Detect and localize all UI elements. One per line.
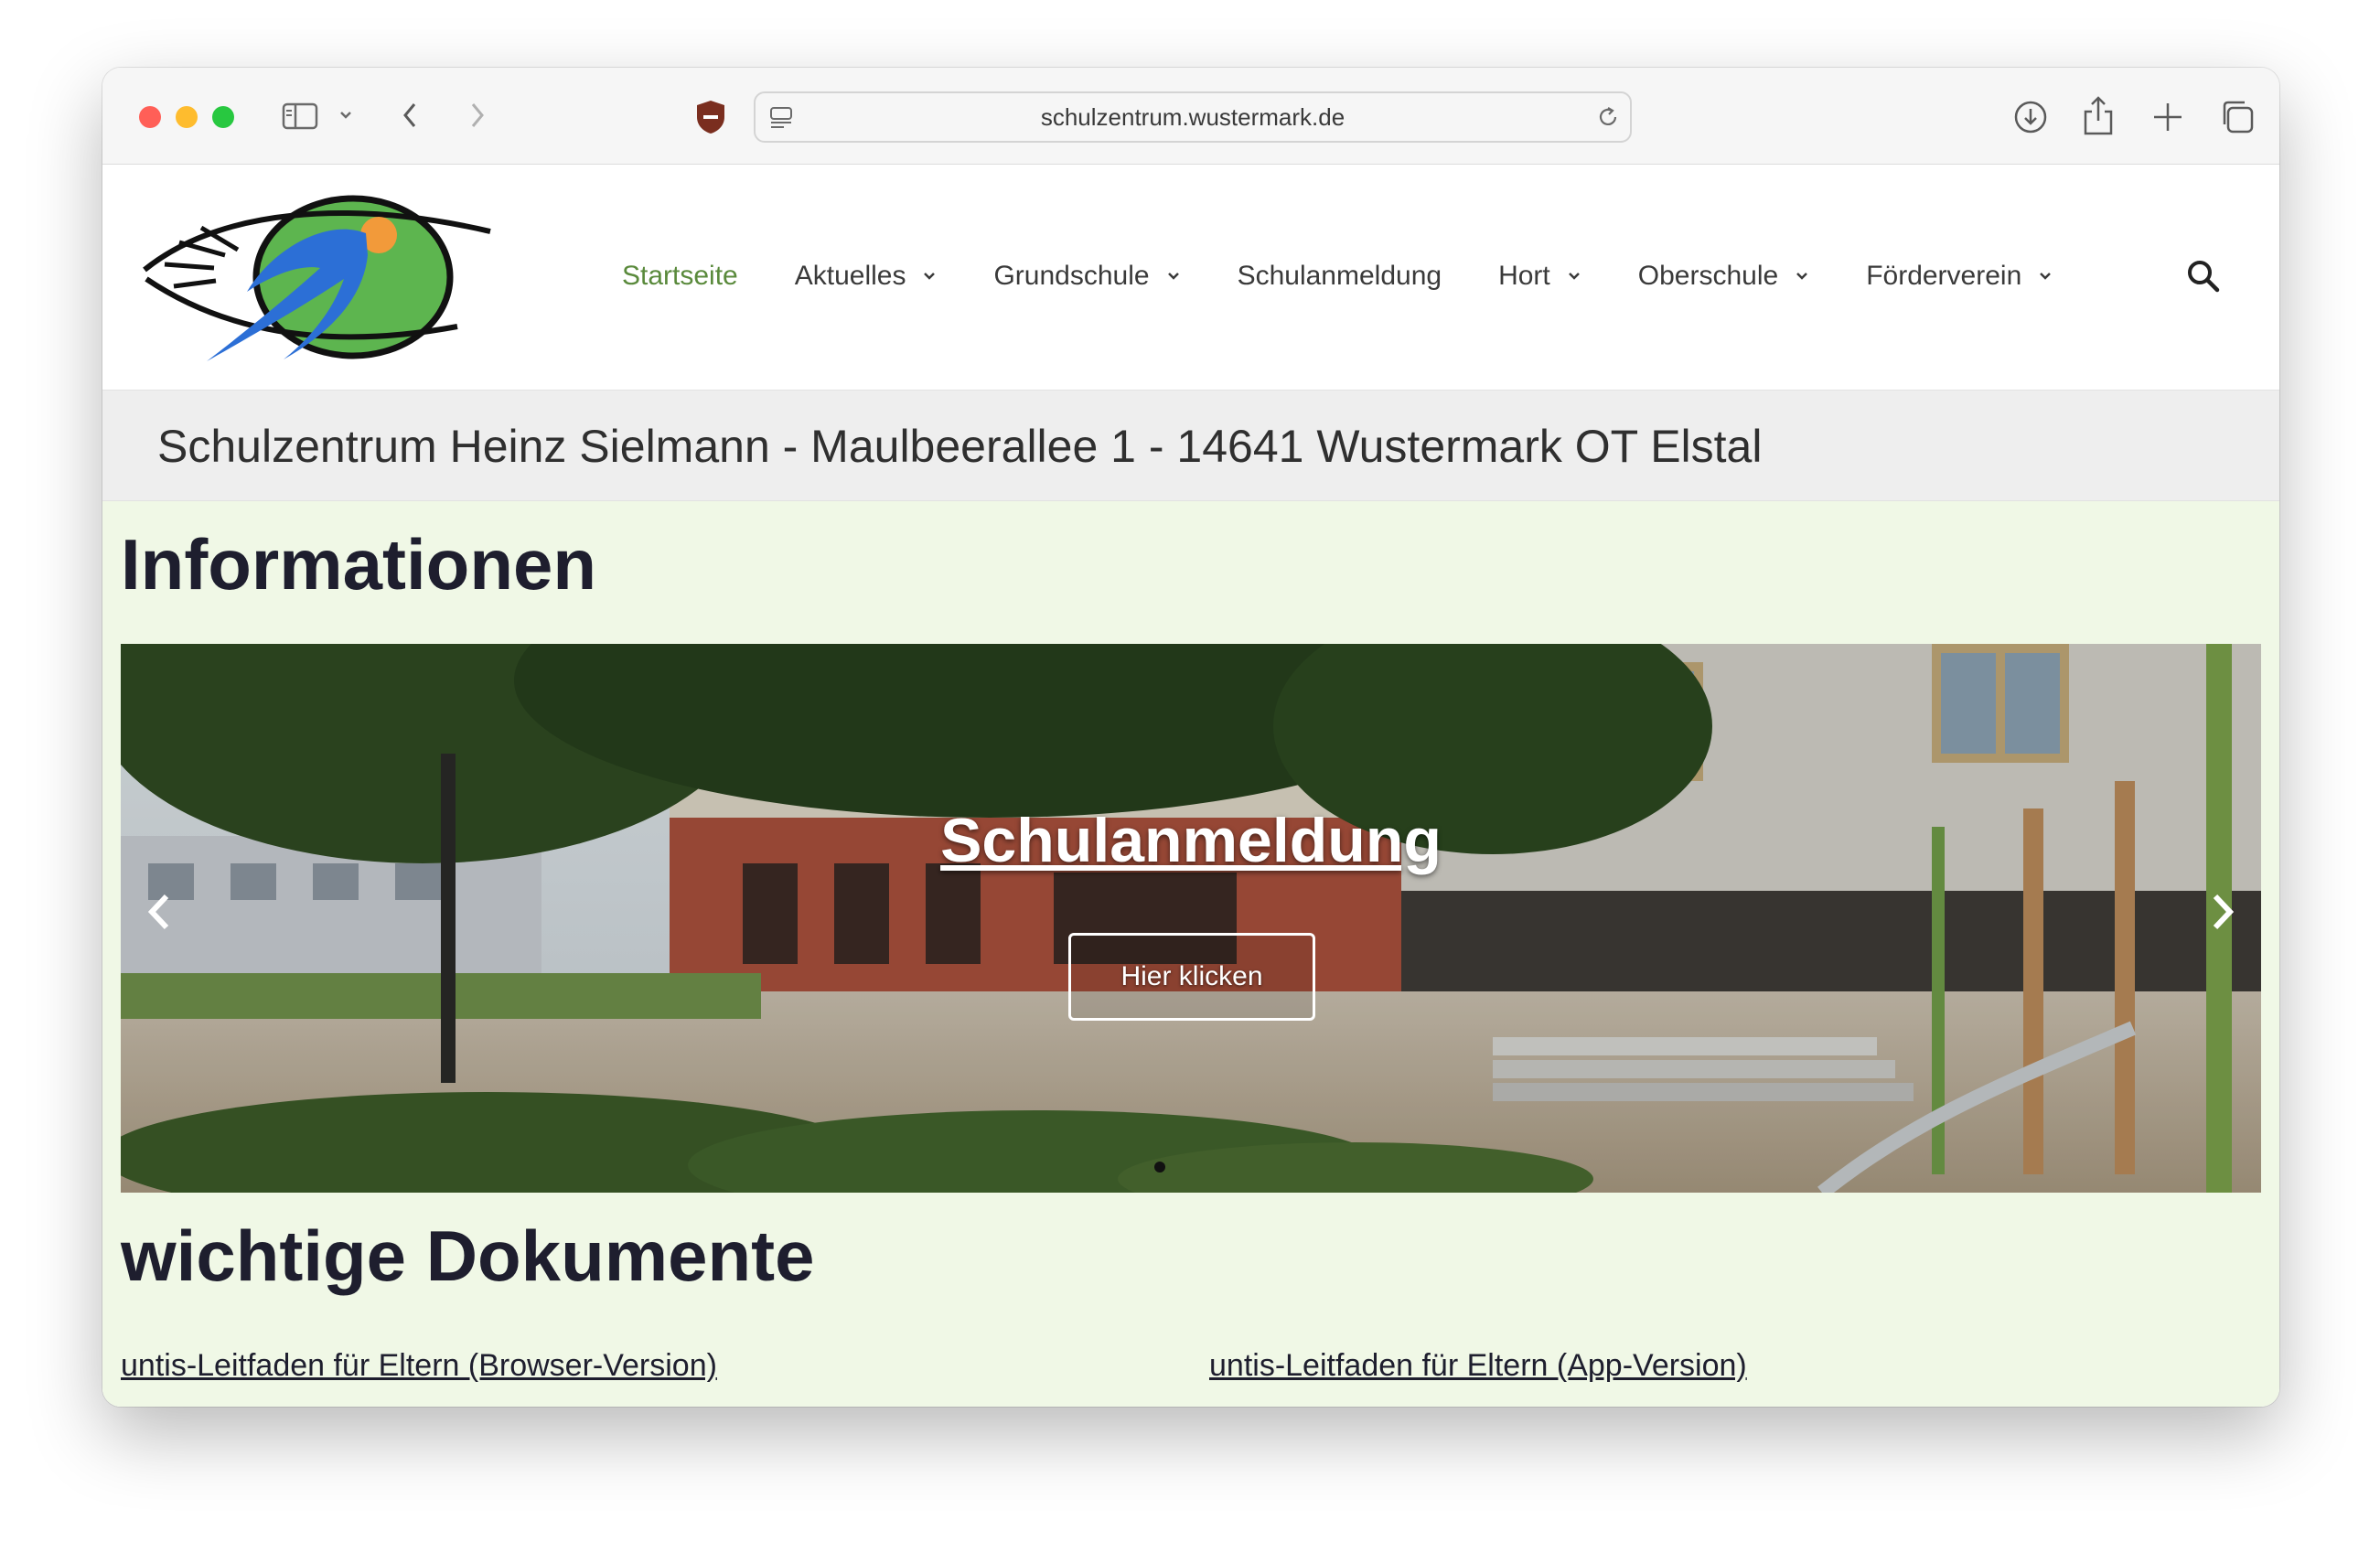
- slide-cta-button[interactable]: Hier klicken: [1068, 933, 1315, 1021]
- main-content: Informationen Schulanmeldung Hier klicke…: [102, 501, 2279, 1407]
- nav-label: Grundschule: [993, 261, 1150, 291]
- chevron-right-icon[interactable]: [468, 101, 487, 130]
- slider-dot[interactable]: [1154, 1162, 1165, 1173]
- nav-label: Aktuelles: [794, 261, 906, 291]
- share-icon[interactable]: [2082, 95, 2115, 137]
- nav-foerderverein[interactable]: Förderverein: [1866, 261, 2053, 292]
- chevron-down-icon: [1795, 271, 1809, 282]
- nav-schulanmeldung[interactable]: Schulanmeldung: [1238, 261, 1442, 292]
- nav-label: Hort: [1498, 261, 1550, 291]
- tabs-overview-icon[interactable]: [2219, 99, 2256, 135]
- chevron-down-icon: [2038, 271, 2053, 282]
- reload-icon[interactable]: [1595, 104, 1621, 130]
- doc-link-app[interactable]: untis-Leitfaden für Eltern (App-Version): [1209, 1348, 1747, 1384]
- site-header: Startseite Aktuelles Grundschule Schulan…: [102, 166, 2279, 390]
- browser-toolbar: schulzentrum.wustermark.de: [102, 68, 2279, 165]
- nav-startseite[interactable]: Startseite: [622, 261, 738, 292]
- search-icon[interactable]: [2186, 259, 2221, 298]
- nav-oberschule[interactable]: Oberschule: [1638, 261, 1809, 292]
- chevron-down-icon: [1166, 271, 1181, 282]
- main-nav: Startseite Aktuelles Grundschule Schulan…: [622, 253, 2109, 299]
- sidebar-icon[interactable]: [282, 102, 318, 130]
- chevron-down-icon: [1567, 271, 1581, 282]
- nav-grundschule[interactable]: Grundschule: [993, 261, 1180, 292]
- slider-next-icon[interactable]: [2204, 889, 2241, 939]
- nav-label: Schulanmeldung: [1237, 261, 1442, 291]
- chevron-down-icon[interactable]: [338, 110, 353, 121]
- banner-text: Schulzentrum Heinz Sielmann - Maulbeeral…: [157, 421, 1763, 472]
- nav-label: Förderverein: [1866, 261, 2022, 291]
- nav-label: Oberschule: [1637, 261, 1779, 291]
- web-page: Startseite Aktuelles Grundschule Schulan…: [102, 166, 2279, 1407]
- slider-prev-icon[interactable]: [141, 889, 177, 939]
- download-icon[interactable]: [2012, 99, 2049, 135]
- zoom-window-button[interactable]: [212, 106, 234, 128]
- chevron-left-icon[interactable]: [401, 101, 419, 130]
- plus-icon[interactable]: [2151, 101, 2184, 134]
- url-text: schulzentrum.wustermark.de: [1040, 102, 1345, 131]
- minimize-window-button[interactable]: [176, 106, 198, 128]
- close-window-button[interactable]: [139, 106, 161, 128]
- documents-heading: wichtige Dokumente: [121, 1215, 815, 1296]
- image-slider[interactable]: Schulanmeldung Hier klicken: [121, 644, 2261, 1193]
- doc-link-browser[interactable]: untis-Leitfaden für Eltern (Browser-Vers…: [121, 1348, 717, 1384]
- site-logo[interactable]: [137, 191, 494, 365]
- shield-icon[interactable]: [695, 99, 726, 135]
- chevron-down-icon: [922, 271, 937, 282]
- address-bar[interactable]: schulzentrum.wustermark.de: [754, 91, 1632, 143]
- nav-hort[interactable]: Hort: [1498, 261, 1581, 292]
- address-banner: Schulzentrum Heinz Sielmann - Maulbeeral…: [102, 390, 2279, 501]
- slide-title[interactable]: Schulanmeldung: [121, 805, 2261, 876]
- nav-label: Startseite: [622, 261, 738, 291]
- info-heading: Informationen: [121, 524, 596, 605]
- browser-window: schulzentrum.wustermark.de Startseite Ak…: [102, 68, 2279, 1407]
- slide-image: [121, 644, 2261, 1193]
- nav-aktuelles[interactable]: Aktuelles: [795, 261, 938, 292]
